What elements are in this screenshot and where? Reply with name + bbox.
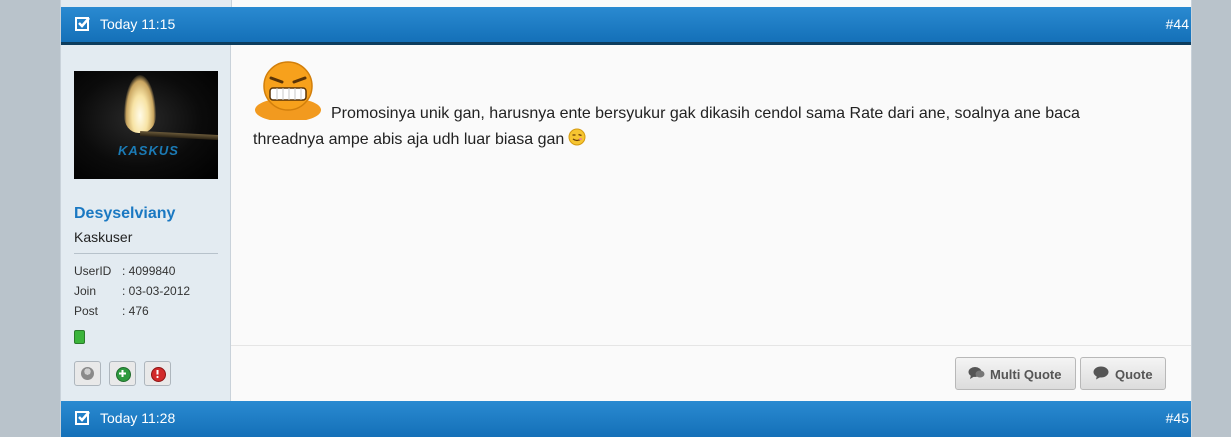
previous-post-sidebar-edge: [61, 0, 232, 7]
post-time: Today 11:28: [100, 410, 176, 426]
forum-page: Today 11:15 #44 KASKUS Desyselviany Kask…: [60, 0, 1192, 437]
user-icon: [81, 367, 94, 380]
alert-icon: [151, 367, 166, 382]
post-footer-divider: [231, 345, 1191, 346]
post-number-link[interactable]: #44: [1166, 16, 1189, 32]
add-reputation-button[interactable]: [109, 361, 136, 386]
multi-quote-label: Multi Quote: [990, 367, 1062, 382]
user-title: Kaskuser: [74, 229, 133, 245]
post-message-text: Promosinya unik gan, harusnya ente bersy…: [253, 105, 1080, 148]
stat-userid: UserID : 4099840: [74, 264, 175, 278]
post-header: Today 11:28 #45: [61, 401, 1191, 437]
stat-label: Post: [74, 304, 99, 318]
stat-value: : 476: [122, 304, 149, 318]
post-message: Promosinya unik gan, harusnya ente bersy…: [253, 101, 1133, 153]
flame-graphic: [124, 75, 156, 133]
stat-join: Join : 03-03-2012: [74, 284, 190, 298]
quote-label: Quote: [1115, 367, 1153, 382]
username-link[interactable]: Desyselviany: [74, 205, 175, 223]
report-button[interactable]: [144, 361, 171, 386]
speech-bubbles-icon: [968, 367, 985, 379]
post-number-link[interactable]: #45: [1166, 410, 1189, 426]
wink-smiley-icon: [568, 128, 586, 146]
user-info-panel: KASKUS Desyselviany Kaskuser UserID : 409…: [61, 45, 231, 401]
add-icon: [116, 367, 131, 382]
post-header: Today 11:15 #44: [61, 7, 1191, 45]
stat-post: Post : 476: [74, 304, 149, 318]
speech-bubble-icon: [1093, 366, 1109, 380]
online-status-icon: [74, 330, 85, 344]
quote-button[interactable]: Quote: [1080, 357, 1166, 390]
match-stick-graphic: [139, 130, 218, 141]
stat-label: Join: [74, 284, 97, 298]
avatar[interactable]: KASKUS: [74, 71, 218, 179]
avatar-logo-text: KASKUS: [118, 143, 179, 158]
post-time: Today 11:15: [100, 16, 176, 32]
divider: [74, 253, 218, 254]
stat-label: UserID: [74, 264, 112, 278]
multi-quote-button[interactable]: Multi Quote: [955, 357, 1076, 390]
post-content: Promosinya unik gan, harusnya ente bersy…: [231, 45, 1191, 345]
checkbox-icon[interactable]: [75, 410, 90, 425]
checkbox-icon[interactable]: [75, 16, 90, 31]
stat-value: : 03-03-2012: [122, 284, 191, 298]
profile-button[interactable]: [74, 361, 101, 386]
stat-value: : 4099840: [122, 264, 176, 278]
